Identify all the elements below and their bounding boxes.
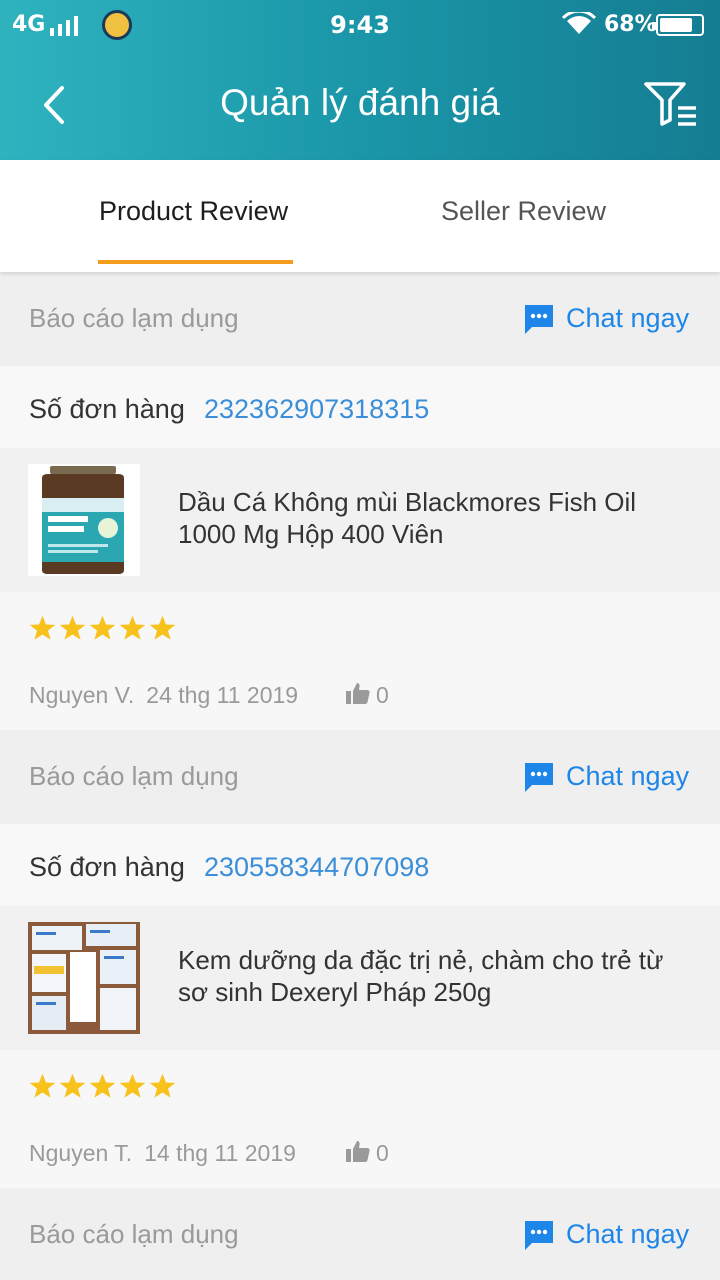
chat-bubble-icon [525, 1221, 553, 1250]
star-rating [28, 1072, 178, 1100]
chat-now-label: Chat ngay [566, 1219, 690, 1249]
star-icon [59, 1073, 86, 1098]
star-icon [149, 615, 176, 640]
review-tabs: Product Review Seller Review [0, 160, 720, 272]
review-date: 14 thg 11 2019 [144, 1140, 296, 1166]
order-number[interactable]: 232362907318315 [204, 394, 429, 425]
star-icon [89, 615, 116, 640]
review-action-row: Báo cáo lạm dụng Chat ngay [0, 272, 720, 366]
star-icon [59, 615, 86, 640]
report-abuse-link[interactable]: Báo cáo lạm dụng [29, 303, 239, 334]
wifi-icon [562, 12, 596, 34]
star-icon [149, 1073, 176, 1098]
star-icon [29, 615, 56, 640]
rating-row: Nguyen T. 14 thg 11 2019 0 [0, 1050, 720, 1188]
review-action-row: Báo cáo lạm dụng Chat ngay [0, 730, 720, 824]
thumbs-up-icon [346, 683, 370, 704]
like-count: 0 [376, 682, 389, 708]
review-meta: Nguyen T. 14 thg 11 2019 [29, 1140, 296, 1167]
status-bar: 4G 9:43 68% [0, 0, 720, 50]
report-abuse-link[interactable]: Báo cáo lạm dụng [29, 1219, 239, 1250]
review-list: Báo cáo lạm dụng Chat ngay Số đơn hàng 2… [0, 272, 720, 1280]
order-row: Số đơn hàng 230558344707098 [0, 824, 720, 906]
review-date: 24 thg 11 2019 [146, 682, 299, 708]
product-row[interactable]: Kem dưỡng da đặc trị nẻ, chàm cho trẻ từ… [0, 906, 720, 1050]
order-number-label: Số đơn hàng [29, 852, 185, 882]
order-number-label: Số đơn hàng [29, 394, 185, 424]
chat-bubble-icon [525, 305, 553, 334]
thumbs-up-icon [346, 1141, 370, 1162]
star-icon [119, 1073, 146, 1098]
page-title: Quản lý đánh giá [220, 82, 500, 123]
battery-icon [652, 14, 704, 36]
product-row[interactable]: Dầu Cá Không mùi Blackmores Fish Oil 100… [0, 448, 720, 592]
order-number[interactable]: 230558344707098 [204, 852, 429, 883]
star-icon [29, 1073, 56, 1098]
chat-now-label: Chat ngay [566, 761, 690, 791]
active-tab-indicator [98, 260, 293, 264]
product-name: Kem dưỡng da đặc trị nẻ, chàm cho trẻ từ… [178, 945, 664, 1007]
tab-product-review[interactable]: Product Review [99, 196, 288, 227]
order-row: Số đơn hàng 232362907318315 [0, 366, 720, 448]
chat-bubble-icon [525, 763, 553, 792]
product-thumbnail [28, 922, 140, 1034]
report-abuse-link[interactable]: Báo cáo lạm dụng [29, 761, 239, 792]
star-rating [28, 614, 178, 642]
star-icon [89, 1073, 116, 1098]
review-meta: Nguyen V. 24 thg 11 2019 [29, 682, 298, 709]
like-count: 0 [376, 1140, 389, 1166]
review-action-row: Báo cáo lạm dụng Chat ngay [0, 1188, 720, 1280]
top-bar: 4G 9:43 68% Quản lý đánh giá [0, 0, 720, 160]
star-icon [119, 615, 146, 640]
battery-percent: 68% [604, 12, 657, 37]
reviewer-name: Nguyen T. [29, 1140, 133, 1166]
product-thumbnail [28, 464, 140, 576]
tab-seller-review[interactable]: Seller Review [441, 196, 606, 227]
reviewer-name: Nguyen V. [29, 682, 135, 708]
product-name: Dầu Cá Không mùi Blackmores Fish Oil 100… [178, 487, 637, 549]
rating-row: Nguyen V. 24 thg 11 2019 0 [0, 592, 720, 730]
chat-now-label: Chat ngay [566, 303, 690, 333]
filter-icon [644, 82, 696, 126]
app-bar: Quản lý đánh giá [0, 50, 720, 160]
filter-button[interactable] [640, 78, 700, 130]
